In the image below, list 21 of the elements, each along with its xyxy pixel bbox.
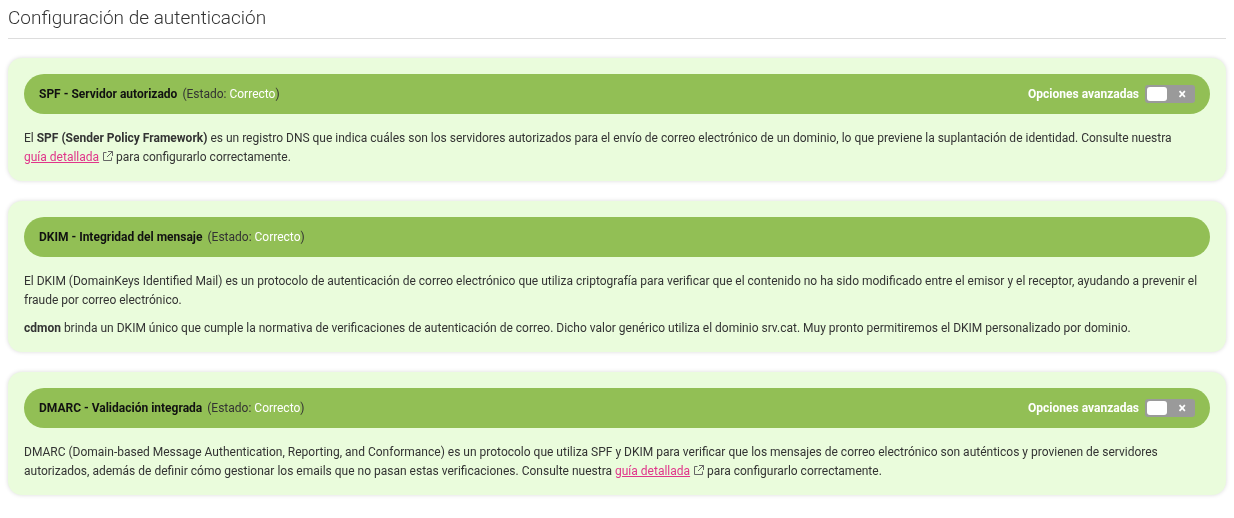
- status-text: (Estado: Correcto): [207, 399, 305, 417]
- section-title: DKIM - Integridad del mensaje: [39, 228, 203, 246]
- section-title: SPF - Servidor autorizado: [39, 85, 178, 103]
- guide-link[interactable]: guía detallada: [615, 463, 691, 478]
- description-text: DMARC (Domain-based Message Authentication, Reporting, and Conformance) es un protocolo que utiliza SPF y DKIM para verificar que los mensajes de correo electrónico son auténticos y provienen de servidores autorizados, además de definir cómo gestionar los emails que no pasan estas verificaciones. Consulte nuestra guía detallada para configurarlo correctamente.: [24, 443, 1159, 480]
- external-link-icon: [102, 150, 114, 162]
- status-text: (Estado: Correcto): [182, 85, 280, 103]
- status-text: (Estado: Correcto): [207, 228, 305, 246]
- off-mark: ×: [1178, 400, 1186, 415]
- guide-link[interactable]: guía detallada: [24, 149, 100, 164]
- description-text: El DKIM (DomainKeys Identified Mail) es un protocolo de autenticación de correo electrónico que utiliza criptografía para verificar que el contenido no ha sido modificado entre el emisor y el receptor, ayudando a prevenir el fraude por correo electrónico.: [24, 272, 1199, 309]
- advanced-options-switch[interactable]: ×: [1145, 84, 1195, 103]
- off-mark: ×: [1178, 86, 1186, 101]
- toggle-label: Opciones avanzadas: [1028, 399, 1139, 417]
- external-link-icon: [693, 464, 705, 476]
- page-title: Configuración de autenticación: [8, 5, 268, 31]
- advanced-options-switch[interactable]: ×: [1145, 398, 1195, 417]
- toggle-label: Opciones avanzadas: [1028, 85, 1139, 103]
- section-title: DMARC - Validación integrada: [39, 399, 203, 417]
- description-text: cdmon brinda un DKIM único que cumple la normativa de verificaciones de autenticación de correo. Dicho valor genérico utiliza el dominio srv.cat. Muy pronto permitiremos el DKIM personalizado por dominio.: [24, 319, 1132, 337]
- description-text: El SPF (Sender Policy Framework) es un registro DNS que indica cuáles son los servidores autorizados para el envío de correo electrónico de un dominio, lo que previene la suplantación de identidad. Consulte nuestra guía detallada para configurarlo correctamente.: [24, 129, 1173, 166]
